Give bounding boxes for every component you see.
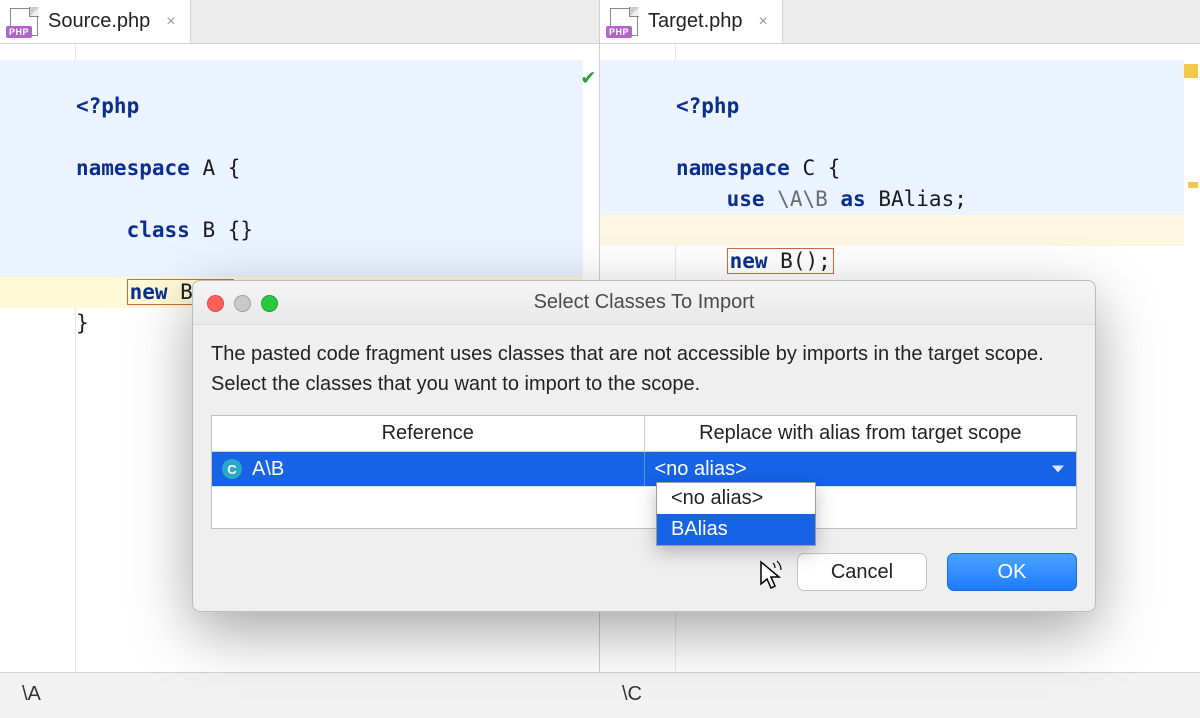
tab-filename: Target.php: [648, 10, 743, 33]
ok-button[interactable]: OK: [947, 553, 1077, 591]
marker-bar: [1184, 44, 1200, 672]
dialog-message: The pasted code fragment uses classes th…: [211, 339, 1077, 399]
window-close-icon[interactable]: [207, 295, 224, 312]
tab-bar: PHP Target.php ×: [600, 0, 1200, 44]
close-icon[interactable]: ×: [759, 13, 768, 31]
column-header-reference[interactable]: Reference: [212, 416, 645, 451]
table-empty-row: [212, 486, 1076, 528]
php-file-icon: PHP: [10, 8, 38, 36]
import-dialog: Select Classes To Import The pasted code…: [192, 280, 1096, 612]
alias-option-no-alias[interactable]: <no alias>: [657, 483, 815, 514]
status-bar: \A \C: [0, 672, 1200, 718]
window-minimize-icon[interactable]: [234, 295, 251, 312]
alias-selected: <no alias>: [655, 458, 747, 481]
tab-source[interactable]: PHP Source.php ×: [0, 0, 191, 43]
close-icon[interactable]: ×: [166, 13, 175, 31]
warning-marker[interactable]: [1184, 64, 1198, 78]
cell-reference[interactable]: C A\B: [212, 452, 645, 486]
class-icon: C: [222, 459, 242, 479]
chevron-down-icon: [1052, 466, 1064, 473]
tab-target[interactable]: PHP Target.php ×: [600, 0, 783, 43]
dialog-titlebar[interactable]: Select Classes To Import: [193, 281, 1095, 325]
tab-filename: Source.php: [48, 10, 150, 33]
tab-bar: PHP Source.php ×: [0, 0, 599, 44]
import-table: Reference Replace with alias from target…: [211, 415, 1077, 529]
check-icon: ✔: [582, 62, 595, 93]
breadcrumb-right[interactable]: \C: [600, 673, 1200, 718]
column-header-alias[interactable]: Replace with alias from target scope: [645, 416, 1077, 451]
cell-alias-select[interactable]: <no alias>: [645, 452, 1077, 486]
php-file-icon: PHP: [610, 8, 638, 36]
alias-dropdown[interactable]: <no alias> BAlias: [656, 482, 816, 546]
breadcrumb-left[interactable]: \A: [0, 673, 600, 718]
window-zoom-icon[interactable]: [261, 295, 278, 312]
warning-marker[interactable]: [1188, 182, 1198, 188]
dialog-title: Select Classes To Import: [193, 291, 1095, 314]
alias-option-balias[interactable]: BAlias: [657, 514, 815, 545]
table-row[interactable]: C A\B <no alias>: [212, 452, 1076, 486]
cancel-button[interactable]: Cancel: [797, 553, 927, 591]
reference-value: A\B: [252, 458, 284, 481]
